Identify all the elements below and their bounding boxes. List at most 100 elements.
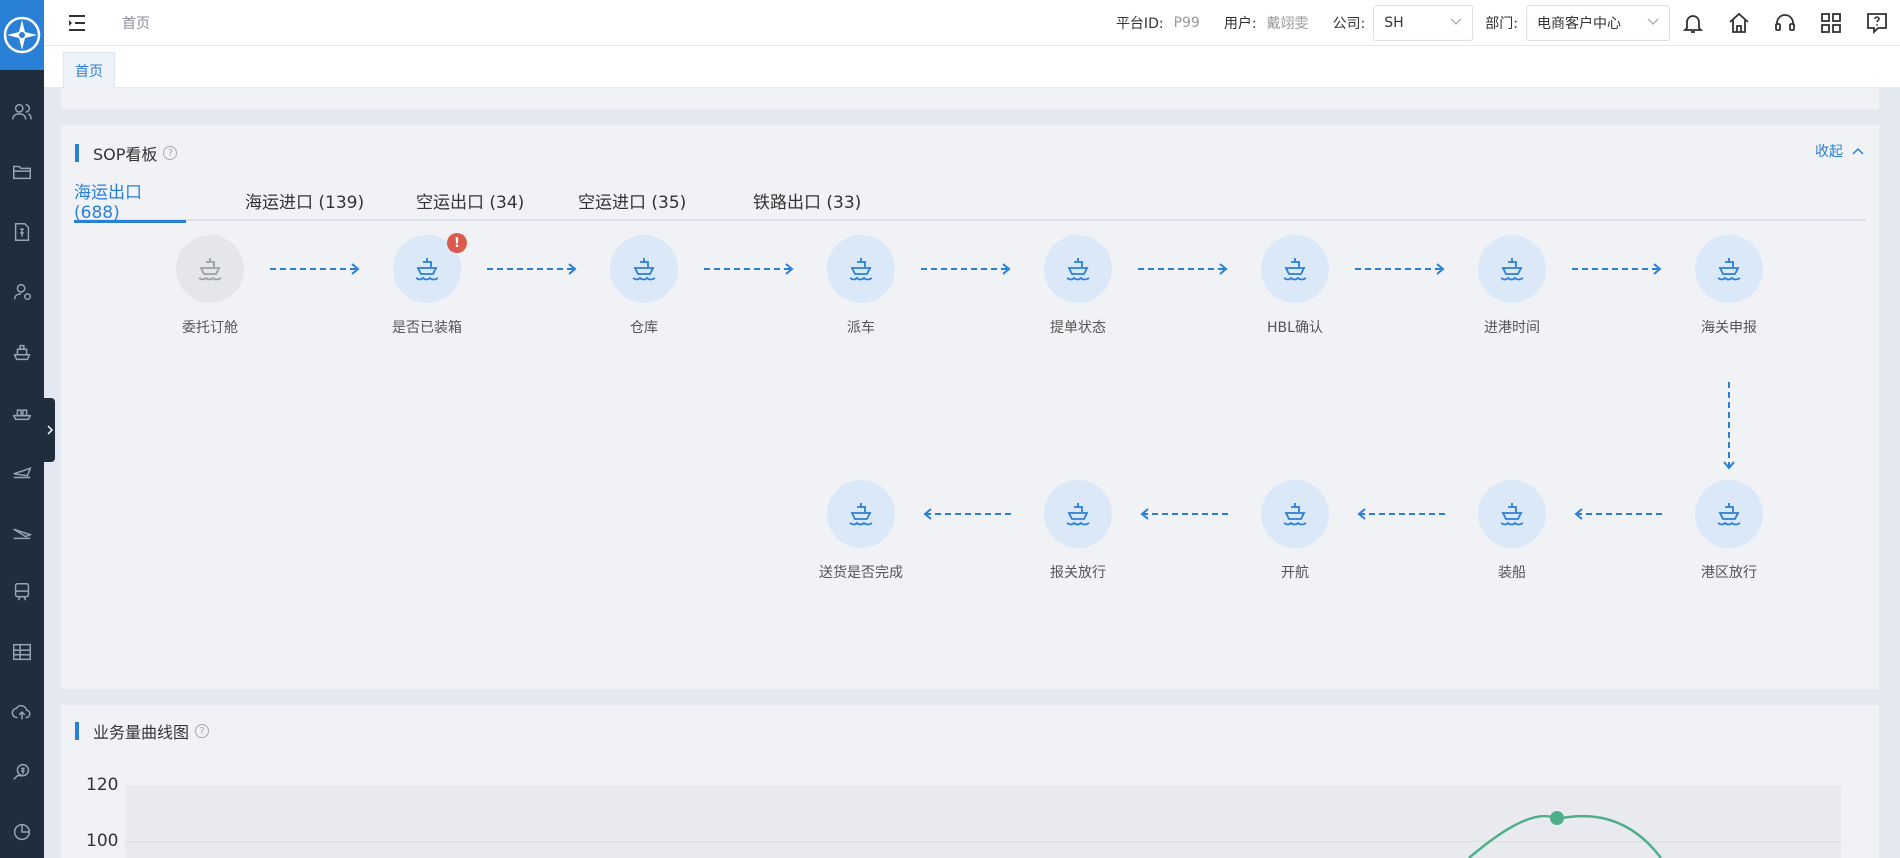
help-chat-icon bbox=[1867, 12, 1887, 34]
step-circle bbox=[1478, 235, 1546, 303]
step-loading[interactable]: 装船 bbox=[1452, 480, 1572, 582]
step-label: 开航 bbox=[1281, 565, 1309, 581]
flow-arrow-down bbox=[1723, 382, 1735, 470]
ship-icon bbox=[415, 258, 439, 281]
sidebar-person-icon[interactable] bbox=[0, 262, 44, 322]
sidebar-users-icon[interactable] bbox=[0, 82, 44, 142]
chevron-down-icon bbox=[1450, 18, 1462, 25]
flow-arrow-left bbox=[1140, 508, 1230, 520]
sidebar-plane-icon[interactable] bbox=[0, 442, 44, 502]
volume-panel: 业务量曲线图 ? 120 100 bbox=[61, 705, 1879, 858]
sidebar bbox=[0, 0, 44, 858]
volume-peak-point[interactable] bbox=[1550, 811, 1564, 825]
flow-arrow-right bbox=[1355, 263, 1445, 275]
home-button[interactable] bbox=[1716, 0, 1762, 46]
menu-toggle-button[interactable] bbox=[60, 6, 94, 40]
step-port-release[interactable]: 港区放行 bbox=[1669, 480, 1789, 582]
sidebar-pie-chart-icon[interactable] bbox=[0, 802, 44, 858]
sidebar-train-icon[interactable] bbox=[0, 562, 44, 622]
ship-icon bbox=[1066, 258, 1090, 281]
flow-arrow-right bbox=[270, 263, 360, 275]
step-dispatch[interactable]: 派车 bbox=[801, 235, 921, 337]
step-port-entry[interactable]: 进港时间 bbox=[1452, 235, 1572, 337]
platform-id: 平台ID: P99 bbox=[1116, 13, 1200, 33]
sidebar-ship-icon[interactable] bbox=[0, 322, 44, 382]
step-label: 委托订舱 bbox=[182, 320, 238, 336]
tab-rail-export[interactable]: 铁路出口 (33) bbox=[753, 179, 861, 221]
tab-sea-export[interactable]: 海运出口 (688) bbox=[74, 179, 186, 223]
sidebar-table-icon[interactable] bbox=[0, 622, 44, 682]
support-button[interactable] bbox=[1762, 0, 1808, 46]
sidebar-invoice-icon[interactable] bbox=[0, 202, 44, 262]
ship-icon bbox=[1283, 503, 1307, 526]
sidebar-money-icon[interactable] bbox=[0, 742, 44, 802]
collapse-button[interactable]: 收起 bbox=[1815, 141, 1865, 161]
step-packed[interactable]: ! 是否已装箱 bbox=[367, 233, 487, 337]
flow-arrow-right bbox=[704, 263, 794, 275]
flow-arrow-right bbox=[1572, 263, 1662, 275]
sidebar-cargo-ship-icon[interactable] bbox=[0, 382, 44, 442]
ship-icon bbox=[1717, 503, 1741, 526]
sidebar-folder-icon[interactable] bbox=[0, 142, 44, 202]
tab-air-import[interactable]: 空运进口 (35) bbox=[578, 179, 686, 221]
tab-air-export[interactable]: 空运出口 (34) bbox=[416, 179, 524, 221]
step-bl-status[interactable]: 提单状态 bbox=[1018, 235, 1138, 337]
step-circle bbox=[1695, 235, 1763, 303]
step-label: 海关申报 bbox=[1701, 320, 1757, 336]
flow-arrow-left bbox=[923, 508, 1013, 520]
step-label: 报关放行 bbox=[1050, 565, 1106, 581]
previous-panel-edge bbox=[61, 88, 1879, 109]
sidebar-cloud-upload-icon[interactable] bbox=[0, 682, 44, 742]
ship-icon bbox=[1500, 258, 1524, 281]
step-circle bbox=[1695, 480, 1763, 548]
dept-label: 部门: bbox=[1485, 15, 1518, 32]
tab-sea-import[interactable]: 海运进口 (139) bbox=[245, 179, 364, 221]
apps-button[interactable] bbox=[1808, 0, 1854, 46]
step-label: 送货是否完成 bbox=[819, 565, 903, 581]
step-sailing[interactable]: 开航 bbox=[1235, 480, 1355, 582]
ship-icon bbox=[1283, 258, 1307, 281]
flow-arrow-right bbox=[487, 263, 577, 275]
step-label: 港区放行 bbox=[1701, 565, 1757, 581]
volume-curve bbox=[1468, 811, 1662, 858]
step-warehouse[interactable]: 仓库 bbox=[584, 235, 704, 337]
chevron-down-icon bbox=[1647, 18, 1659, 25]
step-label: HBL确认 bbox=[1267, 320, 1323, 336]
user-info: 用户: 戴翊雯 bbox=[1224, 13, 1309, 33]
step-customs-release[interactable]: 报关放行 bbox=[1018, 480, 1138, 582]
step-circle bbox=[827, 480, 895, 548]
page-tab-home[interactable]: 首页 bbox=[63, 52, 115, 88]
app-logo[interactable] bbox=[0, 0, 44, 70]
sidebar-landing-icon[interactable] bbox=[0, 502, 44, 562]
notification-bell-button[interactable] bbox=[1670, 0, 1716, 46]
top-bar: 首页 平台ID: P99 用户: 戴翊雯 公司: SH 部门: 电商客户中心 bbox=[44, 0, 1900, 46]
step-circle bbox=[176, 235, 244, 303]
menu-indent-icon bbox=[69, 14, 85, 31]
step-customs-declare[interactable]: 海关申报 bbox=[1669, 235, 1789, 337]
ship-icon bbox=[632, 258, 656, 281]
title-accent-bar bbox=[75, 144, 79, 162]
home-icon bbox=[1729, 12, 1749, 33]
breadcrumb[interactable]: 首页 bbox=[122, 13, 150, 33]
user-label: 用户: bbox=[1223, 15, 1257, 32]
flow-arrow-left bbox=[1574, 508, 1664, 520]
help-button[interactable] bbox=[1854, 0, 1900, 46]
sop-panel: SOP看板 ? 收起 海运出口 (688) 海运进口 (139) 空运出口 (3… bbox=[61, 125, 1879, 689]
dept-select[interactable]: 电商客户中心 bbox=[1526, 4, 1670, 41]
step-booking[interactable]: 委托订舱 bbox=[150, 235, 270, 337]
help-icon[interactable]: ? bbox=[163, 146, 178, 160]
headset-icon bbox=[1775, 13, 1795, 31]
sidebar-expand-toggle[interactable] bbox=[44, 398, 55, 462]
sop-panel-title: SOP看板 ? bbox=[75, 141, 178, 165]
step-delivery-complete[interactable]: 送货是否完成 bbox=[801, 480, 921, 582]
dept-field: 部门: 电商客户中心 bbox=[1479, 4, 1670, 41]
company-select[interactable]: SH bbox=[1373, 4, 1474, 41]
step-label: 仓库 bbox=[630, 320, 658, 336]
company-select-value: SH bbox=[1384, 14, 1404, 31]
step-circle bbox=[1478, 480, 1546, 548]
company-label: 公司: bbox=[1332, 15, 1366, 32]
ship-icon bbox=[1717, 258, 1741, 281]
step-hbl-confirm[interactable]: HBL确认 bbox=[1235, 235, 1355, 337]
step-circle bbox=[827, 235, 895, 303]
volume-series-line bbox=[1468, 814, 1662, 858]
